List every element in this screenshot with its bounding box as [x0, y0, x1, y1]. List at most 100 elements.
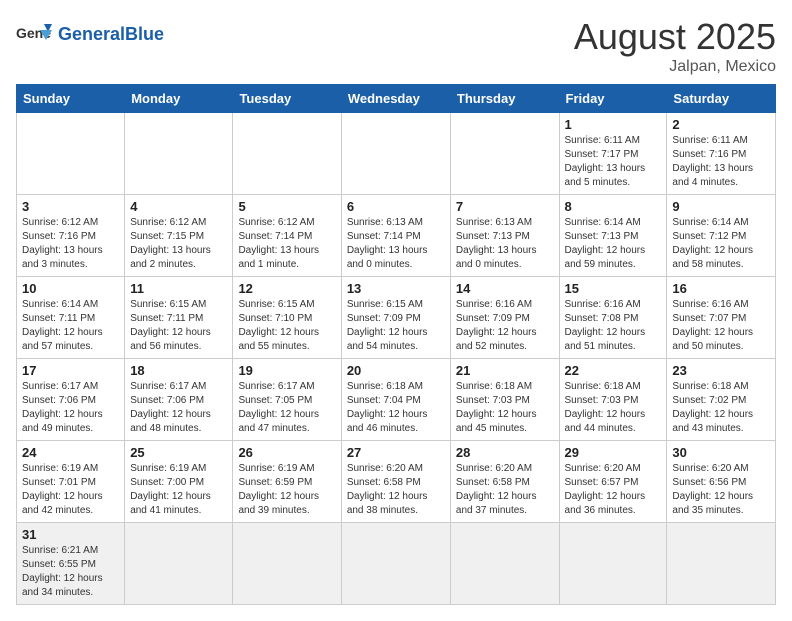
- day-cell: [559, 523, 667, 605]
- day-cell: 15Sunrise: 6:16 AM Sunset: 7:08 PM Dayli…: [559, 277, 667, 359]
- day-number: 12: [238, 281, 335, 296]
- day-number: 11: [130, 281, 227, 296]
- day-info: Sunrise: 6:20 AM Sunset: 6:58 PM Dayligh…: [456, 462, 554, 518]
- day-info: Sunrise: 6:12 AM Sunset: 7:16 PM Dayligh…: [22, 216, 119, 272]
- day-info: Sunrise: 6:19 AM Sunset: 7:01 PM Dayligh…: [22, 462, 119, 518]
- day-info: Sunrise: 6:18 AM Sunset: 7:04 PM Dayligh…: [347, 380, 445, 436]
- day-info: Sunrise: 6:12 AM Sunset: 7:15 PM Dayligh…: [130, 216, 227, 272]
- day-number: 26: [238, 445, 335, 460]
- day-info: Sunrise: 6:15 AM Sunset: 7:11 PM Dayligh…: [130, 298, 227, 354]
- week-row-4: 17 Sunrise: 6:17 AM Sunset: 7:06 PM Dayli…: [17, 359, 776, 441]
- day-cell: [125, 523, 233, 605]
- month-title: August 2025: [574, 16, 776, 58]
- day-cell: [125, 113, 233, 195]
- day-number: 14: [456, 281, 554, 296]
- day-info: Sunrise: 6:17 AM Sunset: 7:06 PM Dayligh…: [22, 380, 119, 436]
- day-number: 27: [347, 445, 445, 460]
- day-cell: 13 Sunrise: 6:15 AM Sunset: 7:09 PM Dayli…: [341, 277, 450, 359]
- day-cell: 24 Sunrise: 6:19 AM Sunset: 7:01 PM Dayli…: [17, 441, 125, 523]
- logo: General GeneralBlue: [16, 16, 164, 52]
- day-info: Sunrise: 6:14 AM Sunset: 7:12 PM Dayligh…: [672, 216, 770, 272]
- day-cell: 31 Sunrise: 6:21 AM Sunset: 6:55 PM Dayli…: [17, 523, 125, 605]
- day-cell: 19 Sunrise: 6:17 AM Sunset: 7:05 PM Dayli…: [233, 359, 341, 441]
- weekday-header-saturday: Saturday: [667, 85, 776, 113]
- day-cell: 26 Sunrise: 6:19 AM Sunset: 6:59 PM Dayli…: [233, 441, 341, 523]
- day-info: Sunrise: 6:14 AM Sunset: 7:11 PM Dayligh…: [22, 298, 119, 354]
- day-info: Sunrise: 6:15 AM Sunset: 7:09 PM Dayligh…: [347, 298, 445, 354]
- day-number: 6: [347, 199, 445, 214]
- day-info: Sunrise: 6:12 AM Sunset: 7:14 PM Dayligh…: [238, 216, 335, 272]
- day-number: 2: [672, 117, 770, 132]
- day-info: Sunrise: 6:20 AM Sunset: 6:58 PM Dayligh…: [347, 462, 445, 518]
- day-cell: 4Sunrise: 6:12 AM Sunset: 7:15 PM Daylig…: [125, 195, 233, 277]
- day-cell: 30 Sunrise: 6:20 AM Sunset: 6:56 PM Dayli…: [667, 441, 776, 523]
- day-info: Sunrise: 6:17 AM Sunset: 7:05 PM Dayligh…: [238, 380, 335, 436]
- day-cell: 16Sunrise: 6:16 AM Sunset: 7:07 PM Dayli…: [667, 277, 776, 359]
- day-info: Sunrise: 6:14 AM Sunset: 7:13 PM Dayligh…: [565, 216, 662, 272]
- day-number: 20: [347, 363, 445, 378]
- day-number: 5: [238, 199, 335, 214]
- day-info: Sunrise: 6:11 AM Sunset: 7:16 PM Dayligh…: [672, 134, 770, 190]
- weekday-header-sunday: Sunday: [17, 85, 125, 113]
- day-info: Sunrise: 6:20 AM Sunset: 6:56 PM Dayligh…: [672, 462, 770, 518]
- day-cell: [450, 523, 559, 605]
- day-info: Sunrise: 6:18 AM Sunset: 7:03 PM Dayligh…: [565, 380, 662, 436]
- day-cell: 20 Sunrise: 6:18 AM Sunset: 7:04 PM Dayli…: [341, 359, 450, 441]
- week-row-1: 1 Sunrise: 6:11 AM Sunset: 7:17 PM Daylig…: [17, 113, 776, 195]
- weekday-header-row: SundayMondayTuesdayWednesdayThursdayFrid…: [17, 85, 776, 113]
- day-number: 30: [672, 445, 770, 460]
- page-header: General GeneralBlue August 2025 Jalpan, …: [16, 16, 776, 76]
- logo-general: General: [58, 24, 125, 44]
- day-cell: 22Sunrise: 6:18 AM Sunset: 7:03 PM Dayli…: [559, 359, 667, 441]
- day-number: 3: [22, 199, 119, 214]
- day-info: Sunrise: 6:21 AM Sunset: 6:55 PM Dayligh…: [22, 544, 119, 600]
- day-cell: 12Sunrise: 6:15 AM Sunset: 7:10 PM Dayli…: [233, 277, 341, 359]
- day-cell: [667, 523, 776, 605]
- day-number: 31: [22, 527, 119, 542]
- day-cell: 21Sunrise: 6:18 AM Sunset: 7:03 PM Dayli…: [450, 359, 559, 441]
- day-info: Sunrise: 6:11 AM Sunset: 7:17 PM Dayligh…: [565, 134, 662, 190]
- weekday-header-wednesday: Wednesday: [341, 85, 450, 113]
- day-number: 1: [565, 117, 662, 132]
- day-cell: 11 Sunrise: 6:15 AM Sunset: 7:11 PM Dayli…: [125, 277, 233, 359]
- day-cell: 23Sunrise: 6:18 AM Sunset: 7:02 PM Dayli…: [667, 359, 776, 441]
- day-cell: [341, 113, 450, 195]
- day-number: 23: [672, 363, 770, 378]
- day-cell: [233, 523, 341, 605]
- week-row-5: 24 Sunrise: 6:19 AM Sunset: 7:01 PM Dayli…: [17, 441, 776, 523]
- day-cell: 27 Sunrise: 6:20 AM Sunset: 6:58 PM Dayli…: [341, 441, 450, 523]
- day-cell: 28 Sunrise: 6:20 AM Sunset: 6:58 PM Dayli…: [450, 441, 559, 523]
- logo-icon: General: [16, 16, 52, 52]
- day-number: 15: [565, 281, 662, 296]
- day-cell: 3 Sunrise: 6:12 AM Sunset: 7:16 PM Daylig…: [17, 195, 125, 277]
- day-info: Sunrise: 6:18 AM Sunset: 7:03 PM Dayligh…: [456, 380, 554, 436]
- title-block: August 2025 Jalpan, Mexico: [574, 16, 776, 76]
- logo-blue: Blue: [125, 24, 164, 44]
- calendar-table: SundayMondayTuesdayWednesdayThursdayFrid…: [16, 84, 776, 605]
- day-number: 28: [456, 445, 554, 460]
- day-cell: 17 Sunrise: 6:17 AM Sunset: 7:06 PM Dayli…: [17, 359, 125, 441]
- day-cell: [450, 113, 559, 195]
- day-info: Sunrise: 6:20 AM Sunset: 6:57 PM Dayligh…: [565, 462, 662, 518]
- day-cell: [17, 113, 125, 195]
- day-number: 19: [238, 363, 335, 378]
- day-cell: [341, 523, 450, 605]
- day-number: 17: [22, 363, 119, 378]
- location-subtitle: Jalpan, Mexico: [574, 58, 776, 76]
- day-number: 24: [22, 445, 119, 460]
- day-cell: 9Sunrise: 6:14 AM Sunset: 7:12 PM Daylig…: [667, 195, 776, 277]
- week-row-6: 31 Sunrise: 6:21 AM Sunset: 6:55 PM Dayli…: [17, 523, 776, 605]
- weekday-header-tuesday: Tuesday: [233, 85, 341, 113]
- day-info: Sunrise: 6:16 AM Sunset: 7:07 PM Dayligh…: [672, 298, 770, 354]
- day-info: Sunrise: 6:19 AM Sunset: 6:59 PM Dayligh…: [238, 462, 335, 518]
- day-cell: 29Sunrise: 6:20 AM Sunset: 6:57 PM Dayli…: [559, 441, 667, 523]
- weekday-header-thursday: Thursday: [450, 85, 559, 113]
- week-row-2: 3 Sunrise: 6:12 AM Sunset: 7:16 PM Daylig…: [17, 195, 776, 277]
- logo-text: GeneralBlue: [58, 24, 164, 44]
- day-cell: 7Sunrise: 6:13 AM Sunset: 7:13 PM Daylig…: [450, 195, 559, 277]
- weekday-header-monday: Monday: [125, 85, 233, 113]
- day-info: Sunrise: 6:13 AM Sunset: 7:14 PM Dayligh…: [347, 216, 445, 272]
- day-number: 13: [347, 281, 445, 296]
- day-cell: 5 Sunrise: 6:12 AM Sunset: 7:14 PM Daylig…: [233, 195, 341, 277]
- week-row-3: 10Sunrise: 6:14 AM Sunset: 7:11 PM Dayli…: [17, 277, 776, 359]
